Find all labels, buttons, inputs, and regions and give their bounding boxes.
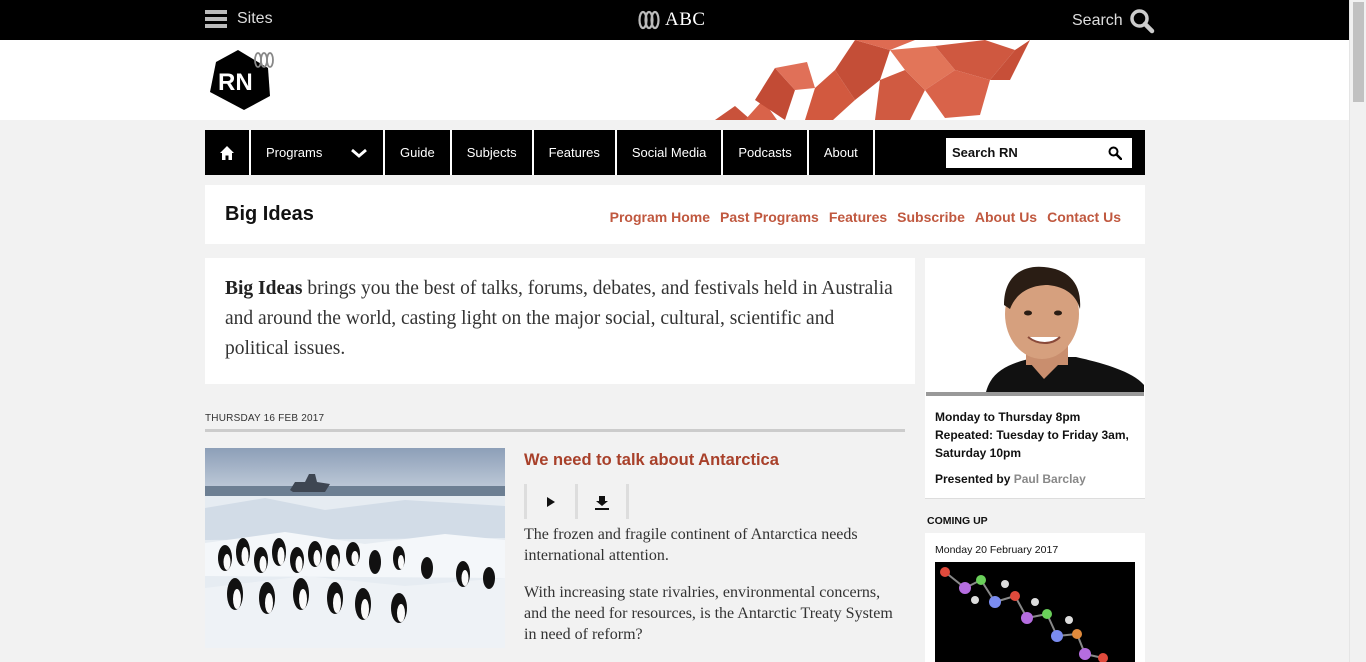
episode-paragraph: The frozen and fragile continent of Anta… bbox=[524, 526, 858, 564]
search-icon bbox=[1129, 9, 1154, 34]
broadcast-schedule: Monday to Thursday 8pm Repeated: Tuesday… bbox=[935, 408, 1140, 462]
sites-menu-button[interactable]: Sites bbox=[205, 10, 273, 28]
rn-logo-text: RN bbox=[218, 69, 253, 96]
coming-up-date: Monday 20 February 2017 bbox=[935, 544, 1059, 556]
banner-artwork bbox=[715, 40, 1030, 120]
presenter-name-link[interactable]: Paul Barclay bbox=[1014, 472, 1086, 486]
coming-up-card[interactable]: Monday 20 February 2017 bbox=[925, 533, 1145, 662]
download-button[interactable] bbox=[575, 484, 626, 519]
hamburger-icon bbox=[205, 10, 227, 28]
presenter-photo bbox=[926, 259, 1144, 392]
program-title: Big Ideas bbox=[225, 203, 314, 225]
nav-item-about[interactable]: About bbox=[809, 130, 875, 175]
episode-summary: The frozen and fragile continent of Anta… bbox=[524, 524, 906, 661]
date-divider bbox=[205, 429, 905, 432]
rn-logo-icon: RN bbox=[210, 50, 274, 110]
intro-description: brings you the best of talks, forums, de… bbox=[225, 278, 893, 359]
intro-program-name: Big Ideas bbox=[225, 278, 303, 299]
scrollbar-thumb[interactable] bbox=[1353, 2, 1364, 102]
presenter-credit: Presented by Paul Barclay bbox=[935, 472, 1086, 486]
episode-title-link[interactable]: We need to talk about Antarctica bbox=[524, 451, 779, 470]
schedule-main: Monday to Thursday 8pm bbox=[935, 410, 1081, 424]
abc-logo-icon bbox=[638, 10, 660, 30]
episode-paragraph: With increasing state rivalries, environ… bbox=[524, 584, 893, 643]
nav-item-features[interactable]: Features bbox=[534, 130, 617, 175]
chevron-down-icon bbox=[351, 148, 367, 158]
link-program-home[interactable]: Program Home bbox=[610, 209, 710, 225]
play-icon bbox=[547, 496, 555, 507]
presenter-card: Monday to Thursday 8pm Repeated: Tuesday… bbox=[925, 258, 1145, 499]
page-scrollbar[interactable] bbox=[1349, 0, 1366, 662]
search-icon[interactable] bbox=[1108, 146, 1122, 160]
abc-logo[interactable]: ABC bbox=[637, 9, 706, 31]
link-about-us[interactable]: About Us bbox=[975, 209, 1037, 225]
sites-label: Sites bbox=[237, 10, 273, 27]
nav-home-button[interactable] bbox=[205, 130, 251, 175]
presented-by-label: Presented by bbox=[935, 472, 1011, 486]
nav-programs-label: Programs bbox=[266, 145, 323, 160]
nav-programs-dropdown[interactable]: Programs bbox=[251, 130, 385, 175]
rn-logo[interactable]: RN bbox=[208, 48, 284, 117]
nav-item-subjects[interactable]: Subjects bbox=[452, 130, 534, 175]
abc-search-button[interactable]: Search bbox=[1072, 8, 1155, 34]
abc-top-bar: Sites ABC Search bbox=[0, 0, 1349, 40]
rn-search-box[interactable] bbox=[946, 137, 1132, 168]
presenter-photo-bar bbox=[926, 392, 1144, 396]
abc-logo-text: ABC bbox=[665, 9, 706, 30]
link-contact-us[interactable]: Contact Us bbox=[1047, 209, 1121, 225]
program-intro: Big Ideas brings you the best of talks, … bbox=[205, 258, 915, 384]
nav-item-social-media[interactable]: Social Media bbox=[617, 130, 724, 175]
download-icon bbox=[595, 495, 609, 510]
nav-item-guide[interactable]: Guide bbox=[385, 130, 452, 175]
episode-image-penguins[interactable] bbox=[205, 448, 505, 648]
episode-audio-controls bbox=[524, 484, 629, 519]
link-subscribe[interactable]: Subscribe bbox=[897, 209, 965, 225]
link-features[interactable]: Features bbox=[829, 209, 887, 225]
program-header: Big Ideas Program Home Past Programs Fea… bbox=[205, 185, 1145, 244]
coming-up-heading: COMING UP bbox=[927, 515, 988, 527]
controls-divider bbox=[626, 484, 629, 519]
schedule-repeat: Repeated: Tuesday to Friday 3am, Saturda… bbox=[935, 428, 1129, 460]
abc-search-label: Search bbox=[1072, 12, 1123, 29]
nav-item-podcasts[interactable]: Podcasts bbox=[723, 130, 809, 175]
program-links: Program Home Past Programs Features Subs… bbox=[610, 209, 1121, 225]
coming-up-image-molecule[interactable] bbox=[935, 562, 1135, 662]
rn-banner: RN bbox=[0, 40, 1349, 120]
episode-date: THURSDAY 16 FEB 2017 bbox=[205, 413, 325, 424]
link-past-programs[interactable]: Past Programs bbox=[720, 209, 819, 225]
play-button[interactable] bbox=[524, 484, 575, 519]
rn-main-nav: Programs Guide Subjects Features Social … bbox=[205, 130, 1145, 175]
home-icon bbox=[220, 145, 234, 160]
rn-search-input[interactable] bbox=[952, 145, 1092, 160]
